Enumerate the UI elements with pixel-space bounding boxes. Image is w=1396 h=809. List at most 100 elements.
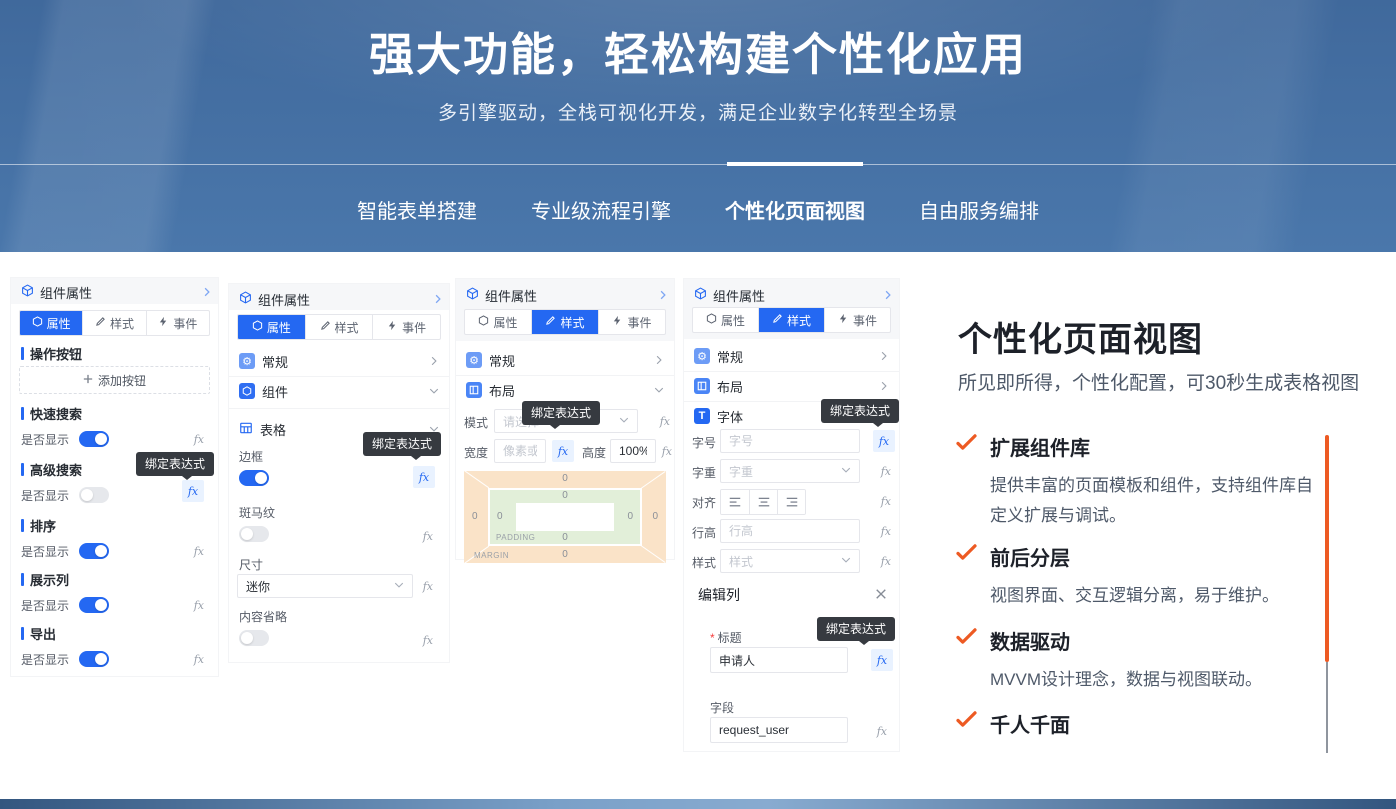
- visibility-toggle[interactable]: [79, 651, 109, 667]
- fx-bind-button[interactable]: fx: [881, 465, 891, 478]
- feature-scroll-indicator-track[interactable]: [1326, 662, 1328, 753]
- visibility-label: 是否显示: [21, 431, 69, 448]
- tooltip-arrow: [411, 456, 421, 460]
- feature-title: 扩展组件库: [990, 432, 1328, 461]
- tab-process-engine[interactable]: 专业级流程引擎: [531, 195, 671, 224]
- tab-event[interactable]: 事件: [824, 308, 890, 332]
- padding-left-value[interactable]: 0: [497, 512, 503, 522]
- fx-bind-button-active[interactable]: fx: [413, 466, 435, 488]
- fx-bind-button[interactable]: fx: [423, 580, 433, 593]
- tab-style[interactable]: 样式: [82, 311, 145, 335]
- fx-bind-button[interactable]: fx: [423, 530, 433, 543]
- section-general[interactable]: ⚙ 常规: [694, 343, 889, 369]
- feature-title: 数据驱动: [990, 626, 1262, 655]
- fx-bind-button[interactable]: fx: [194, 545, 204, 558]
- padding-bottom-value[interactable]: 0: [562, 533, 568, 543]
- align-center-button[interactable]: [749, 490, 777, 514]
- field-input[interactable]: [710, 717, 848, 743]
- tab-event[interactable]: 事件: [146, 311, 209, 335]
- section-layout[interactable]: 布局: [694, 373, 889, 399]
- width-input[interactable]: [494, 439, 546, 463]
- event-icon: [158, 316, 169, 330]
- section-component[interactable]: 组件: [239, 378, 439, 404]
- add-button[interactable]: 添加按钮: [19, 366, 210, 394]
- padding-right-value[interactable]: 0: [627, 512, 633, 522]
- padding-box[interactable]: 0 0 0 0 PADDING: [488, 488, 642, 546]
- height-label: 高度: [582, 444, 606, 461]
- tooltip-text: 绑定表达式: [145, 457, 205, 471]
- fx-bind-button[interactable]: fx: [877, 725, 887, 738]
- visibility-toggle[interactable]: [79, 543, 109, 559]
- toggle-knob: [255, 472, 267, 484]
- fx-bind-button-active[interactable]: fx: [552, 440, 574, 462]
- section-general[interactable]: ⚙ 常规: [239, 348, 439, 374]
- box-model-editor[interactable]: 0 0 0 0 MARGIN 0 0 0 0 PADDING: [464, 471, 666, 563]
- tab-event[interactable]: 事件: [598, 310, 665, 334]
- tab-page-view[interactable]: 个性化页面视图: [725, 195, 865, 224]
- ellipsis-toggle[interactable]: [239, 630, 269, 646]
- line-height-input[interactable]: [720, 519, 860, 543]
- margin-bottom-value[interactable]: 0: [562, 550, 568, 560]
- font-weight-select[interactable]: 字重: [720, 459, 860, 483]
- section-layout[interactable]: 布局: [466, 377, 664, 403]
- fx-bind-button[interactable]: fx: [194, 653, 204, 666]
- fx-bind-button[interactable]: fx: [423, 634, 433, 647]
- close-icon[interactable]: [875, 587, 887, 605]
- tab-properties[interactable]: 属性: [693, 308, 758, 332]
- chevron-right-icon[interactable]: [202, 287, 212, 297]
- style-select[interactable]: 样式: [720, 549, 860, 573]
- chevron-right-icon[interactable]: [433, 294, 443, 304]
- section-label: 表格: [260, 420, 286, 439]
- margin-top-value[interactable]: 0: [562, 474, 568, 484]
- tab-style[interactable]: 样式: [305, 315, 373, 339]
- border-toggle[interactable]: [239, 470, 269, 486]
- align-left-button[interactable]: [721, 490, 749, 514]
- fx-bind-button-active[interactable]: fx: [871, 649, 893, 671]
- tooltip-arrow: [550, 425, 560, 429]
- fx-bind-button[interactable]: fx: [194, 433, 204, 446]
- panel-title: 组件属性: [485, 286, 537, 305]
- toggle-knob: [95, 599, 107, 611]
- fx-bind-button-active[interactable]: fx: [873, 430, 895, 452]
- panel-tab-group: 属性 样式 事件: [19, 310, 210, 336]
- font-size-input[interactable]: [720, 429, 860, 453]
- size-select[interactable]: 迷你: [237, 574, 413, 598]
- fx-bind-button[interactable]: fx: [881, 495, 891, 508]
- fx-bind-button[interactable]: fx: [662, 445, 672, 458]
- chevron-right-icon[interactable]: [883, 290, 893, 300]
- bind-expression-tooltip: 绑定表达式: [821, 399, 899, 423]
- hero-title: 强大功能，轻松构建个性化应用: [0, 18, 1396, 83]
- title-input[interactable]: [710, 647, 848, 673]
- align-right-button[interactable]: [777, 490, 805, 514]
- tab-properties[interactable]: 属性: [465, 310, 531, 334]
- properties-icon: [478, 315, 489, 329]
- style-icon: [95, 316, 106, 330]
- fx-bind-button[interactable]: fx: [881, 525, 891, 538]
- chevron-right-icon[interactable]: [658, 290, 668, 300]
- padding-top-value[interactable]: 0: [562, 491, 568, 501]
- visibility-toggle[interactable]: [79, 597, 109, 613]
- tab-label: 属性: [721, 312, 745, 329]
- fx-bind-button[interactable]: fx: [660, 415, 670, 428]
- tab-event[interactable]: 事件: [372, 315, 440, 339]
- tab-service-orchestration[interactable]: 自由服务编排: [919, 195, 1039, 224]
- tab-label: 属性: [493, 314, 517, 331]
- tab-properties[interactable]: 属性: [238, 315, 305, 339]
- section-general[interactable]: ⚙ 常规: [466, 347, 664, 373]
- margin-left-value[interactable]: 0: [472, 512, 478, 522]
- tab-properties[interactable]: 属性: [20, 311, 82, 335]
- visibility-toggle[interactable]: [79, 487, 109, 503]
- tab-style[interactable]: 样式: [531, 310, 598, 334]
- tab-smart-form[interactable]: 智能表单搭建: [357, 195, 477, 224]
- zebra-toggle[interactable]: [239, 526, 269, 542]
- style-icon: [772, 313, 783, 327]
- fx-bind-button-active[interactable]: fx: [182, 480, 204, 502]
- fx-bind-button[interactable]: fx: [881, 555, 891, 568]
- tab-label: 样式: [787, 312, 811, 329]
- margin-right-value[interactable]: 0: [652, 512, 658, 522]
- fx-bind-button[interactable]: fx: [194, 599, 204, 612]
- tab-style[interactable]: 样式: [758, 308, 824, 332]
- check-icon: [956, 544, 977, 611]
- visibility-toggle[interactable]: [79, 431, 109, 447]
- height-input[interactable]: [610, 439, 656, 463]
